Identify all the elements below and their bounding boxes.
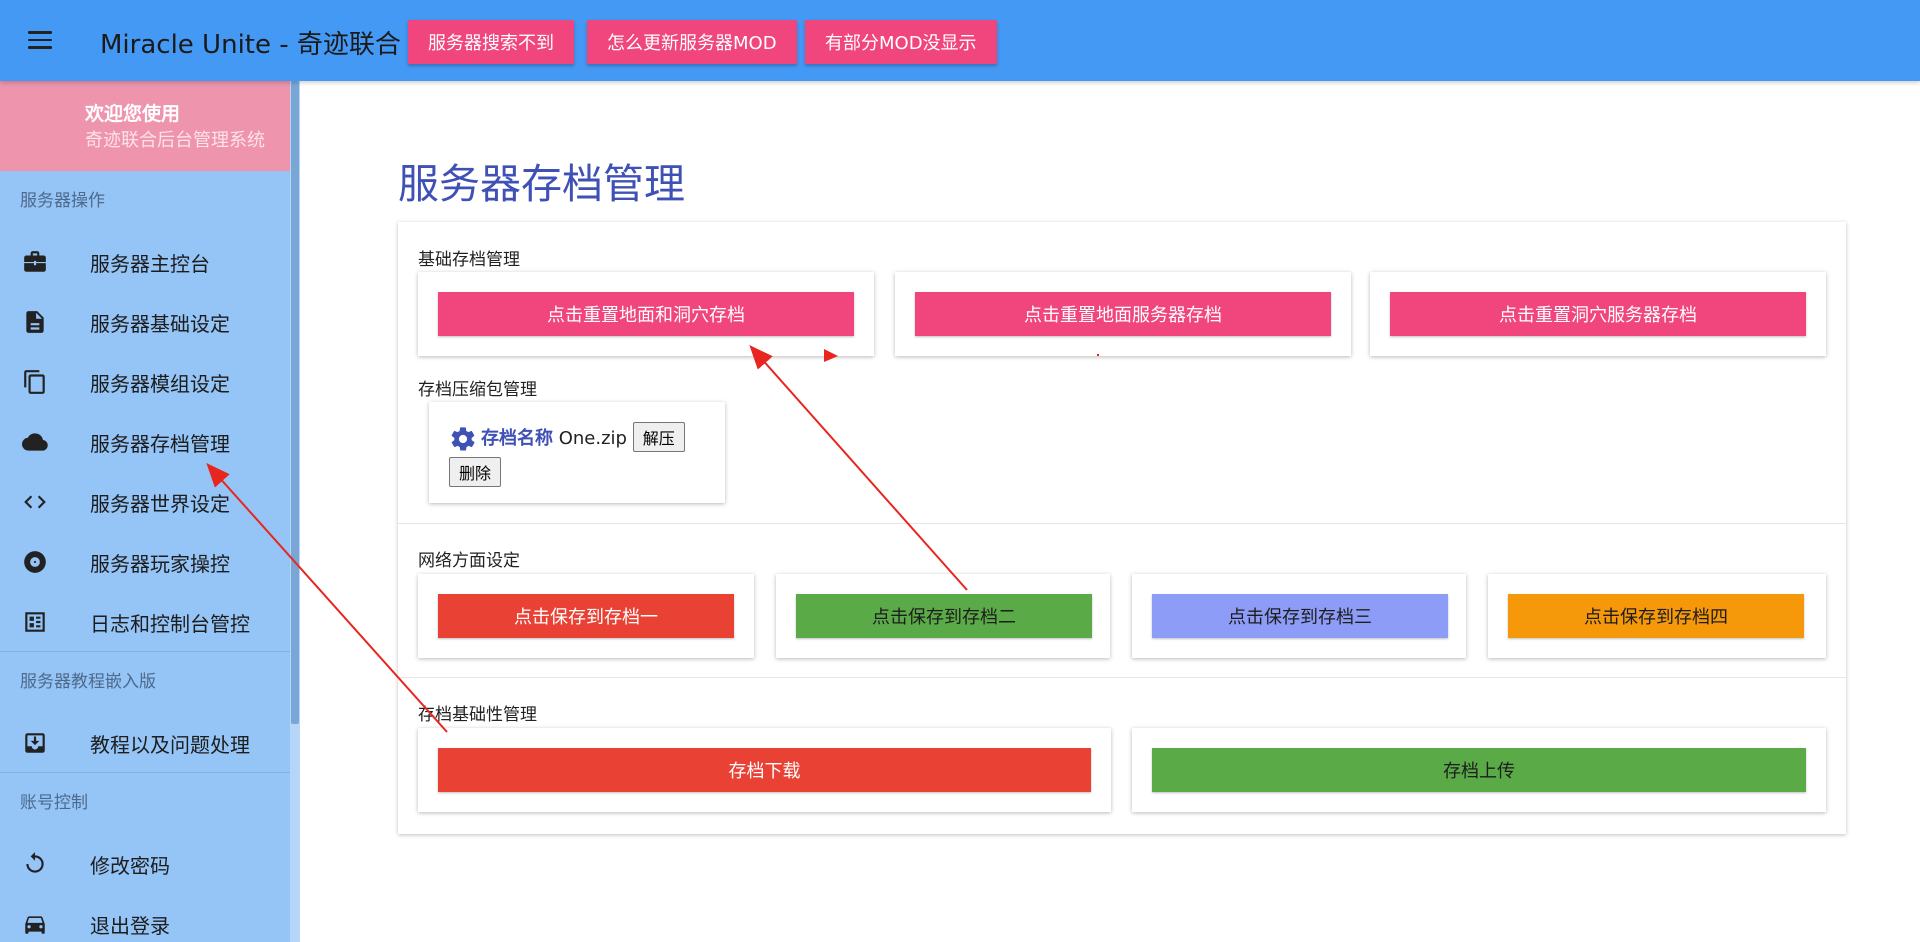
- welcome-title: 欢迎您使用: [85, 103, 181, 125]
- save-slot-3-button[interactable]: 点击保存到存档三: [1152, 594, 1448, 638]
- sidebar-item-label: 服务器模组设定: [90, 372, 230, 396]
- download-box-icon: [22, 730, 48, 756]
- sidebar-item-logs-console[interactable]: 日志和控制台管控: [0, 591, 290, 651]
- archive-download-button[interactable]: 存档下载: [438, 748, 1091, 792]
- section-label-tutorial: 服务器教程嵌入版: [20, 672, 156, 692]
- save-slot-4-button[interactable]: 点击保存到存档四: [1508, 594, 1804, 638]
- archive-panel: 基础存档管理 点击重置地面和洞穴存档 点击重置地面服务器存档 点击重置洞穴服务器…: [398, 222, 1846, 834]
- disc-icon: [22, 549, 48, 575]
- upload-card: 存档上传: [1132, 728, 1826, 812]
- delete-button[interactable]: 删除: [449, 457, 502, 487]
- sidebar-item-label: 服务器世界设定: [90, 492, 230, 516]
- sidebar-item-change-password[interactable]: 修改密码: [0, 833, 290, 893]
- refresh-icon: [22, 851, 48, 877]
- save-slot-3-card: 点击保存到存档三: [1132, 574, 1466, 658]
- document-icon: [22, 309, 48, 335]
- briefcase-icon: [22, 249, 48, 275]
- save-slot-1-button[interactable]: 点击保存到存档一: [438, 594, 734, 638]
- copy-icon: [22, 369, 48, 395]
- sidebar-item-label: 服务器基础设定: [90, 312, 230, 336]
- reset-caves-card: 点击重置洞穴服务器存档: [1370, 272, 1826, 356]
- sidebar: 欢迎您使用 奇迹联合后台管理系统 服务器操作 服务器主控台 服务器基础设定 服务…: [0, 81, 290, 942]
- dashboard-icon: [22, 609, 48, 635]
- reset-surface-and-caves-button[interactable]: 点击重置地面和洞穴存档: [438, 292, 854, 336]
- mod-not-shown-button[interactable]: 有部分MOD没显示: [805, 20, 997, 64]
- divider: [398, 677, 1846, 678]
- code-icon: [22, 489, 48, 515]
- sidebar-item-basic-settings[interactable]: 服务器基础设定: [0, 291, 290, 351]
- archive-file-row: 存档名称 One.zip 解压: [449, 422, 685, 453]
- sidebar-item-label: 日志和控制台管控: [90, 612, 250, 636]
- sidebar-item-world-settings[interactable]: 服务器世界设定: [0, 471, 290, 531]
- archive-transfer-label: 存档基础性管理: [418, 705, 537, 725]
- sidebar-item-player-control[interactable]: 服务器玩家操控: [0, 531, 290, 591]
- sidebar-item-logout[interactable]: 退出登录: [0, 893, 290, 942]
- welcome-banner: 欢迎您使用 奇迹联合后台管理系统: [0, 81, 290, 171]
- section-label-server-ops: 服务器操作: [20, 191, 105, 211]
- page-title: 服务器存档管理: [398, 160, 685, 208]
- sidebar-item-tutorials[interactable]: 教程以及问题处理: [0, 712, 290, 772]
- welcome-subtitle: 奇迹联合后台管理系统: [85, 130, 265, 151]
- cloud-icon: [21, 429, 48, 455]
- sidebar-item-console[interactable]: 服务器主控台: [0, 231, 290, 291]
- archive-name-key: 存档名称: [481, 428, 553, 449]
- top-app-bar: Miracle Unite - 奇迹联合 服务器搜索不到 怎么更新服务器MOD …: [0, 0, 1920, 81]
- sidebar-item-label: 退出登录: [90, 914, 170, 938]
- save-slot-1-card: 点击保存到存档一: [418, 574, 754, 658]
- archive-upload-button[interactable]: 存档上传: [1152, 748, 1806, 792]
- sidebar-item-label: 服务器玩家操控: [90, 552, 230, 576]
- server-not-found-button[interactable]: 服务器搜索不到: [408, 20, 574, 64]
- divider: [398, 523, 1846, 524]
- reset-surface-card: 点击重置地面服务器存档: [895, 272, 1351, 356]
- reset-caves-button[interactable]: 点击重置洞穴服务器存档: [1390, 292, 1806, 336]
- update-mod-button[interactable]: 怎么更新服务器MOD: [587, 20, 797, 64]
- app-title: Miracle Unite - 奇迹联合: [100, 30, 401, 60]
- save-slot-2-button[interactable]: 点击保存到存档二: [796, 594, 1092, 638]
- delete-row: 删除: [449, 457, 502, 487]
- sidebar-item-archive-management[interactable]: 服务器存档管理: [0, 411, 290, 471]
- sidebar-scrollbar[interactable]: [290, 81, 300, 942]
- section-label-account: 账号控制: [20, 793, 88, 813]
- save-slot-4-card: 点击保存到存档四: [1488, 574, 1826, 658]
- save-slot-2-card: 点击保存到存档二: [776, 574, 1110, 658]
- gear-icon: [449, 425, 477, 453]
- archive-zip-label: 存档压缩包管理: [418, 380, 537, 400]
- sidebar-item-label: 服务器主控台: [90, 252, 210, 276]
- network-settings-label: 网络方面设定: [418, 551, 520, 571]
- sidebar-item-label: 教程以及问题处理: [90, 733, 250, 757]
- scrollbar-thumb[interactable]: [291, 81, 299, 724]
- menu-icon[interactable]: [28, 31, 52, 49]
- archive-file-name: One.zip: [558, 428, 627, 449]
- car-icon: [22, 911, 48, 937]
- download-card: 存档下载: [418, 728, 1111, 812]
- reset-both-card: 点击重置地面和洞穴存档: [418, 272, 874, 356]
- reset-surface-button[interactable]: 点击重置地面服务器存档: [915, 292, 1331, 336]
- sidebar-item-mod-settings[interactable]: 服务器模组设定: [0, 351, 290, 411]
- extract-button[interactable]: 解压: [632, 422, 685, 452]
- basic-archive-label: 基础存档管理: [418, 250, 520, 270]
- sidebar-item-label: 修改密码: [90, 854, 170, 878]
- sidebar-item-label: 服务器存档管理: [90, 432, 230, 456]
- archive-file-card: 存档名称 One.zip 解压 删除: [429, 402, 725, 503]
